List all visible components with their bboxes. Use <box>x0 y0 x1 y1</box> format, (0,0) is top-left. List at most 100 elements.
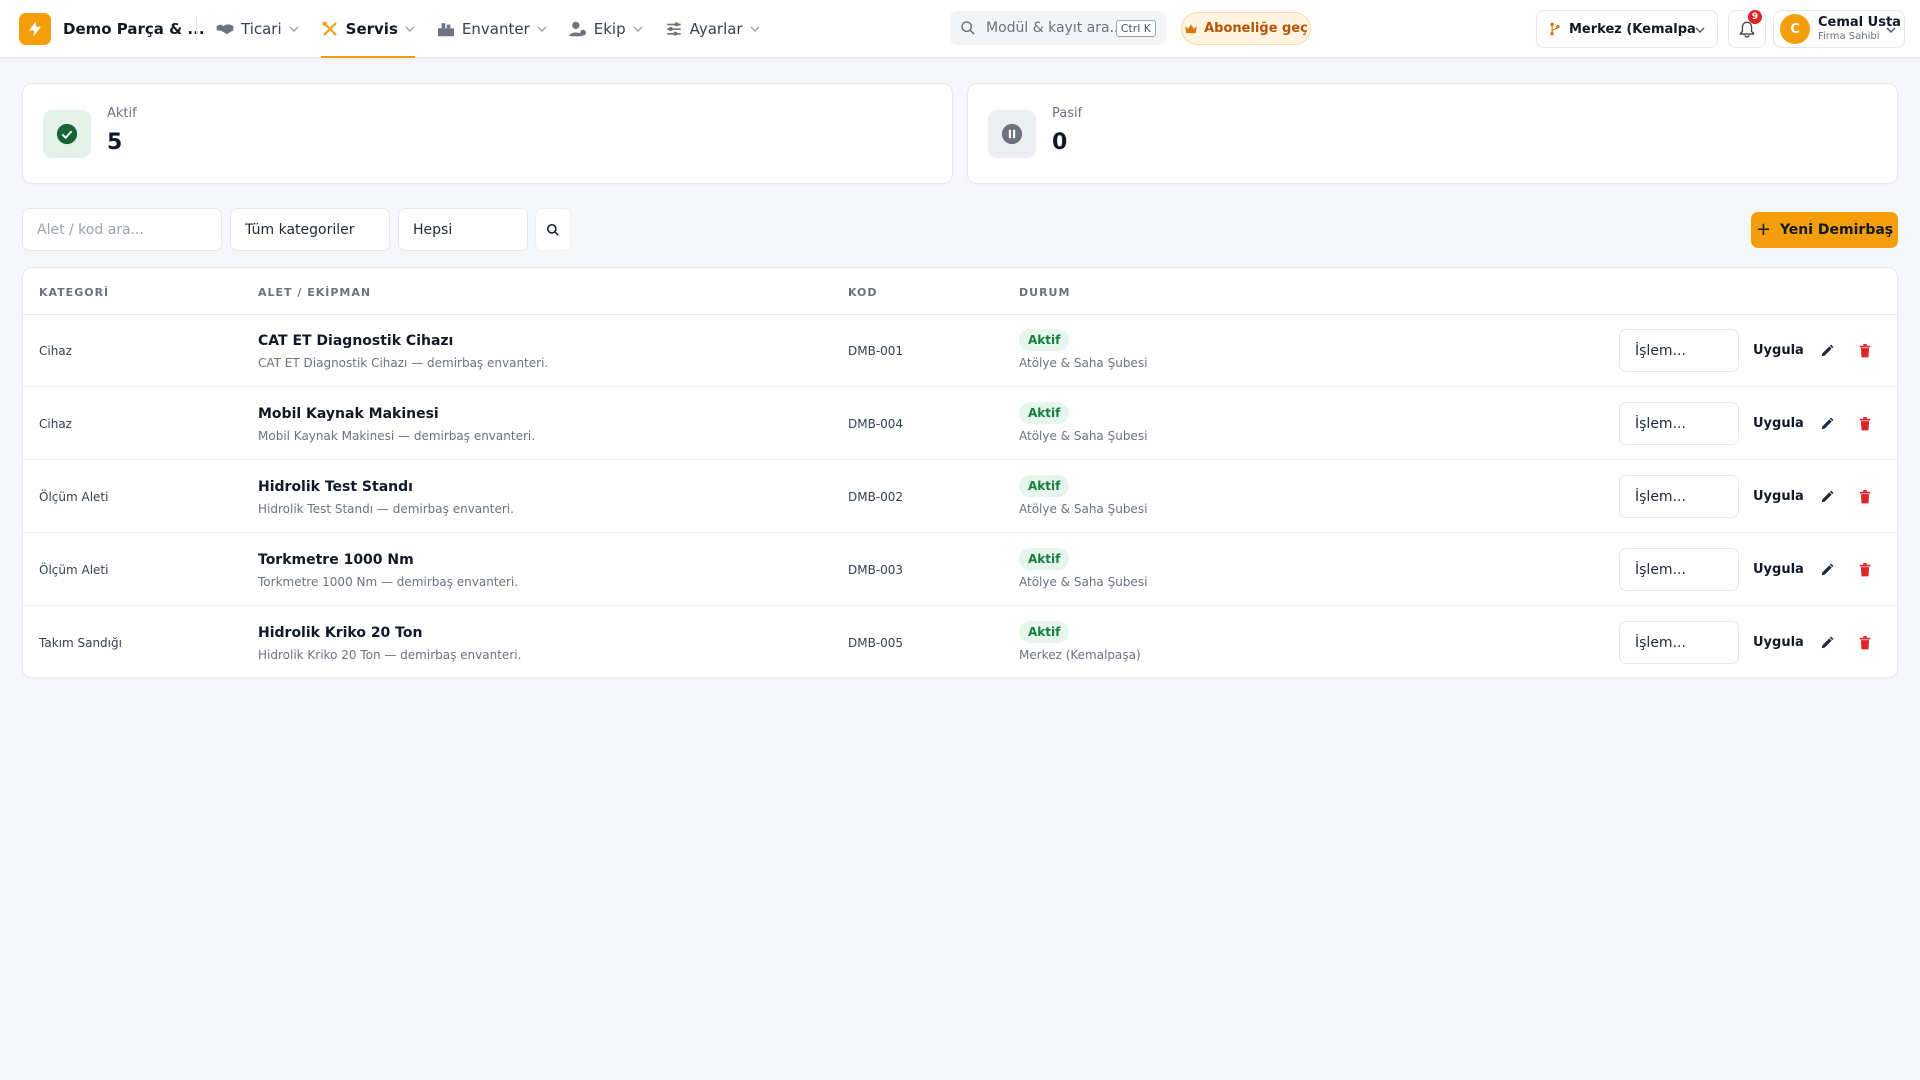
nav-label: Servis <box>345 20 398 38</box>
search-placeholder: Modül & kayıt ara... <box>986 20 1123 36</box>
pencil-icon[interactable] <box>1818 561 1836 579</box>
trash-icon[interactable] <box>1856 561 1874 579</box>
branch-select[interactable]: Merkez (Kemalpa... <box>1536 10 1718 48</box>
plus-icon: + <box>1755 219 1771 240</box>
table-header: KATEGORİ ALET / EKİPMAN KOD DURUM <box>23 268 1897 315</box>
table-row: Takım Sandığı Hidrolik Kriko 20 Ton Hidr… <box>23 607 1897 677</box>
cell-tool-name: CAT ET Diagnostik Cihazı <box>258 333 454 349</box>
operation-input[interactable]: İşlem... <box>1619 329 1739 372</box>
stat-label: Aktif <box>107 106 137 121</box>
tools-icon <box>321 20 339 38</box>
cell-code: DMB-002 <box>848 490 904 504</box>
lightning-icon <box>19 13 51 45</box>
pencil-icon[interactable] <box>1818 634 1836 652</box>
operation-input[interactable]: İşlem... <box>1619 621 1739 664</box>
cell-branch: Atölye & Saha Şubesi <box>1019 429 1148 443</box>
status-badge: Aktif <box>1019 621 1070 643</box>
chevron-down-icon <box>1695 27 1705 33</box>
pencil-icon[interactable] <box>1818 488 1836 506</box>
stat-value: 0 <box>1052 130 1068 155</box>
category-select[interactable]: Tüm kategoriler <box>230 208 390 251</box>
cell-category: Cihaz <box>39 417 72 431</box>
table-row: Cihaz CAT ET Diagnostik Cihazı CAT ET Di… <box>23 315 1897 387</box>
new-asset-label: Yeni Demirbaş <box>1779 222 1894 238</box>
search-icon <box>961 21 975 35</box>
brand-divider <box>196 17 197 41</box>
nav-label: Ekip <box>593 20 626 38</box>
new-asset-button[interactable]: + Yeni Demirbaş <box>1751 212 1898 248</box>
operation-input[interactable]: İşlem... <box>1619 402 1739 445</box>
apply-button[interactable]: Uygula <box>1753 635 1804 650</box>
cell-category: Cihaz <box>39 344 72 358</box>
pencil-icon[interactable] <box>1818 415 1836 433</box>
cell-code: DMB-005 <box>848 636 904 650</box>
cell-code: DMB-004 <box>848 417 904 431</box>
column-header-code: KOD <box>848 286 878 299</box>
search-icon <box>546 223 559 236</box>
crown-icon <box>1184 23 1198 35</box>
branch-icon <box>1550 22 1560 36</box>
nav-label: Ayarlar <box>689 20 743 38</box>
cell-tool-desc: Hidrolik Kriko 20 Ton — demirbaş envante… <box>258 648 522 662</box>
trash-icon[interactable] <box>1856 634 1874 652</box>
chevron-down-icon <box>537 26 547 32</box>
stat-label: Pasif <box>1052 106 1083 121</box>
apply-button[interactable]: Uygula <box>1753 416 1804 431</box>
cell-tool-name: Hidrolik Kriko 20 Ton <box>258 625 423 641</box>
table-row: Ölçüm Aleti Hidrolik Test Standı Hidroli… <box>23 461 1897 533</box>
status-badge: Aktif <box>1019 475 1070 497</box>
stat-value: 5 <box>107 130 123 155</box>
nav-label: Envanter <box>461 20 530 38</box>
warehouse-icon <box>437 20 455 38</box>
pencil-icon[interactable] <box>1818 342 1836 360</box>
nav-item-ticari[interactable]: Ticari <box>216 0 299 58</box>
cell-code: DMB-003 <box>848 563 904 577</box>
brand-name: Demo Parça & ... <box>63 20 205 38</box>
stat-card-passive: Pasif 0 <box>967 83 1898 184</box>
trash-icon[interactable] <box>1856 488 1874 506</box>
subscribe-label: Aboneliğe geç <box>1204 21 1308 36</box>
apply-button[interactable]: Uygula <box>1753 489 1804 504</box>
cell-tool-desc: CAT ET Diagnostik Cihazı — demirbaş enva… <box>258 356 549 370</box>
team-icon <box>569 20 587 38</box>
cell-branch: Atölye & Saha Şubesi <box>1019 575 1148 589</box>
branch-label: Merkez (Kemalpa... <box>1569 21 1697 37</box>
trash-icon[interactable] <box>1856 415 1874 433</box>
operation-input[interactable]: İşlem... <box>1619 548 1739 591</box>
cell-code: DMB-001 <box>848 344 904 358</box>
check-circle-icon <box>43 110 91 158</box>
apply-button[interactable]: Uygula <box>1753 562 1804 577</box>
nav-item-ayarlar[interactable]: Ayarlar <box>665 0 760 58</box>
assets-table: KATEGORİ ALET / EKİPMAN KOD DURUM Cihaz … <box>22 267 1898 678</box>
status-badge: Aktif <box>1019 329 1070 351</box>
column-header-status: DURUM <box>1019 286 1071 299</box>
status-select[interactable]: Hepsi <box>398 208 528 251</box>
subscribe-button[interactable]: Aboneliğe geç <box>1181 12 1311 45</box>
nav-item-envanter[interactable]: Envanter <box>437 0 547 58</box>
table-row: Ölçüm Aleti Torkmetre 1000 Nm Torkmetre … <box>23 534 1897 606</box>
filter-search-button[interactable] <box>535 208 571 251</box>
apply-button[interactable]: Uygula <box>1753 343 1804 358</box>
top-navbar: Demo Parça & ... Ticari Servis Envanter <box>0 0 1920 58</box>
brand[interactable]: Demo Parça & ... <box>19 13 205 45</box>
tool-search-input[interactable]: Alet / kod ara... <box>22 208 222 251</box>
notification-count-badge: 9 <box>1748 10 1762 24</box>
cell-category: Takım Sandığı <box>39 636 122 650</box>
global-search-input[interactable]: Modül & kayıt ara... Ctrl K <box>950 11 1166 45</box>
column-header-category: KATEGORİ <box>39 286 110 299</box>
nav-item-ekip[interactable]: Ekip <box>569 0 643 58</box>
cell-branch: Merkez (Kemalpaşa) <box>1019 648 1141 662</box>
handshake-icon <box>216 20 234 38</box>
trash-icon[interactable] <box>1856 342 1874 360</box>
chevron-down-icon <box>633 26 643 32</box>
operation-input[interactable]: İşlem... <box>1619 475 1739 518</box>
cell-category: Ölçüm Aleti <box>39 563 109 577</box>
pause-circle-icon <box>988 110 1036 158</box>
cell-tool-desc: Torkmetre 1000 Nm — demirbaş envanteri. <box>258 575 519 589</box>
user-menu[interactable]: C Cemal Usta Firma Sahibi <box>1773 10 1905 48</box>
stat-card-active: Aktif 5 <box>22 83 953 184</box>
nav-item-servis[interactable]: Servis <box>320 0 416 58</box>
notifications-button[interactable]: 9 <box>1728 10 1766 48</box>
chevron-down-icon <box>750 26 760 32</box>
table-row: Cihaz Mobil Kaynak Makinesi Mobil Kaynak… <box>23 388 1897 460</box>
